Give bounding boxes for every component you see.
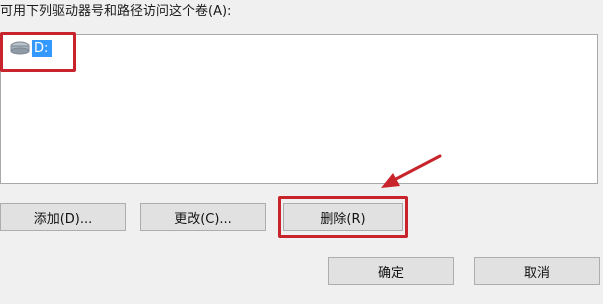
change-button[interactable]: 更改(C)...: [140, 203, 266, 231]
cancel-button[interactable]: 取消: [474, 257, 600, 285]
drive-path-list[interactable]: D:: [0, 34, 598, 184]
ok-button[interactable]: 确定: [328, 257, 454, 285]
add-button[interactable]: 添加(D)...: [0, 203, 126, 231]
volume-paths-instruction: 可用下列驱动器号和路径访问这个卷(A):: [0, 4, 232, 19]
drive-highlight-box: [0, 32, 76, 72]
remove-highlight-box: [278, 196, 408, 238]
